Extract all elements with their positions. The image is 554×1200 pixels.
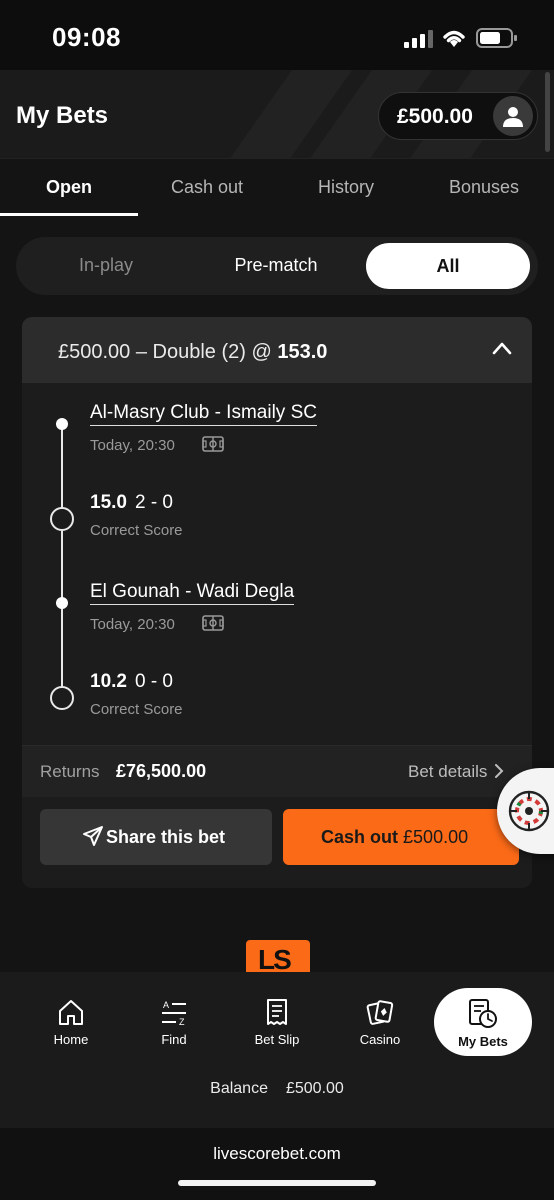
timeline-circle: [50, 686, 74, 710]
page-title: My Bets: [16, 102, 109, 129]
status-time: 09:08: [52, 22, 121, 52]
playing-cards-icon: [366, 1000, 394, 1025]
livescore-bet-logo: LS: [246, 940, 310, 972]
nav-casino[interactable]: Casino: [340, 998, 420, 1047]
cash-out-amount: £500.00: [403, 827, 469, 847]
filter-in-play[interactable]: In-play: [56, 255, 156, 276]
share-bet-label: Share this bet: [106, 827, 226, 847]
home-indicator[interactable]: [178, 1180, 376, 1186]
share-bet-button[interactable]: Share this bet: [40, 809, 272, 865]
nav-my-bets-label: My Bets: [458, 1034, 508, 1049]
leg-1-score: 2 - 0: [134, 492, 174, 513]
leg-1-price: 15.0: [90, 492, 127, 513]
leg-2-match-link[interactable]: El Gounah - Wadi Degla: [90, 581, 295, 605]
tab-bonuses[interactable]: Bonuses: [415, 177, 553, 198]
nav-home[interactable]: Home: [31, 998, 111, 1047]
leg-1-time: Today, 20:30: [90, 437, 175, 454]
filter-all[interactable]: All: [366, 243, 530, 289]
cellular-signal-icon: [404, 30, 433, 48]
tab-history[interactable]: History: [277, 177, 415, 198]
leg-2-time: Today, 20:30: [90, 616, 175, 633]
leg-1-market: Correct Score: [90, 522, 183, 539]
tab-cash-out[interactable]: Cash out: [138, 177, 276, 198]
user-icon: [503, 107, 523, 127]
bet-summary: £500.00 – Double (2) @ 153.0: [58, 341, 328, 363]
home-icon: [59, 1000, 83, 1025]
app-header: My Bets £500.00: [0, 70, 554, 158]
returns-bar: Returns £76,500.00 Bet details: [22, 745, 532, 797]
timeline-dot: [56, 418, 68, 430]
pitch-icon: [202, 436, 224, 452]
timeline-connector: [61, 425, 63, 517]
nav-bet-slip[interactable]: Bet Slip: [237, 998, 317, 1047]
status-bar: 09:08: [0, 0, 554, 70]
leg-1-match-link[interactable]: Al-Masry Club - Ismaily SC: [90, 402, 317, 426]
bets-tabs: Open Cash out History Bonuses: [0, 158, 554, 216]
filter-pre-match[interactable]: Pre-match: [206, 255, 346, 276]
bet-details-link[interactable]: Bet details: [408, 762, 504, 782]
returns-value: £76,500.00: [116, 761, 207, 781]
bet-filter-toggle: In-play Pre-match All: [16, 237, 538, 295]
bet-card: £500.00 – Double (2) @ 153.0 Al-Masry Cl…: [22, 317, 532, 888]
tab-open[interactable]: Open: [0, 177, 138, 198]
nav-find-label: Find: [161, 1032, 187, 1047]
bet-total-odds: 153.0: [277, 341, 328, 363]
receipt-icon: [267, 999, 287, 1025]
svg-text:A: A: [163, 1000, 169, 1010]
nav-home-label: Home: [53, 1032, 89, 1047]
nav-bet-slip-label: Bet Slip: [254, 1032, 300, 1047]
nav-find[interactable]: A Z Find: [134, 998, 214, 1047]
avatar[interactable]: [493, 96, 533, 136]
leg-2-price: 10.2: [90, 671, 127, 692]
balance-amount: £500.00: [397, 105, 473, 128]
browser-url: livescorebet.com: [213, 1144, 341, 1163]
footer-balance-label: Balance: [210, 1080, 268, 1097]
timeline-connector: [61, 603, 63, 697]
leg-2-selection: 10.2 0 - 0: [90, 671, 173, 693]
send-icon: [83, 826, 103, 846]
cash-out-label: Cash out: [321, 827, 399, 847]
chevron-right-icon: [495, 764, 504, 778]
wifi-icon: [443, 30, 465, 47]
battery-icon: [476, 28, 517, 48]
footer-balance: Balance £500.00: [0, 1080, 554, 1098]
bets-clock-icon: [469, 999, 497, 1028]
nav-casino-label: Casino: [359, 1032, 401, 1047]
bet-card-header[interactable]: £500.00 – Double (2) @ 153.0: [22, 317, 532, 383]
leg-2-score: 0 - 0: [134, 671, 174, 692]
leg-1-selection: 15.0 2 - 0: [90, 492, 173, 514]
bottom-navigation: Home A Z Find Bet Slip Casino My Bets Ba…: [0, 972, 554, 1200]
timeline-connector: [61, 531, 63, 603]
account-balance-button[interactable]: £500.00: [378, 92, 538, 140]
pitch-icon: [202, 615, 224, 631]
roulette-wheel-icon: [508, 790, 550, 832]
scrollbar[interactable]: [545, 72, 550, 152]
nav-my-bets[interactable]: My Bets: [434, 988, 532, 1056]
sort-az-icon: A Z: [162, 1000, 186, 1026]
timeline-circle: [50, 507, 74, 531]
leg-2-market: Correct Score: [90, 701, 183, 718]
chevron-up-icon[interactable]: [492, 341, 512, 355]
active-tab-indicator: [0, 213, 138, 216]
svg-text:Z: Z: [179, 1017, 185, 1026]
footer-balance-value: £500.00: [285, 1080, 344, 1097]
returns-label: Returns: [40, 762, 100, 781]
cash-out-button[interactable]: Cash out £500.00: [283, 809, 519, 865]
timeline-dot: [56, 597, 68, 609]
browser-url-bar[interactable]: livescorebet.com: [0, 1128, 554, 1200]
